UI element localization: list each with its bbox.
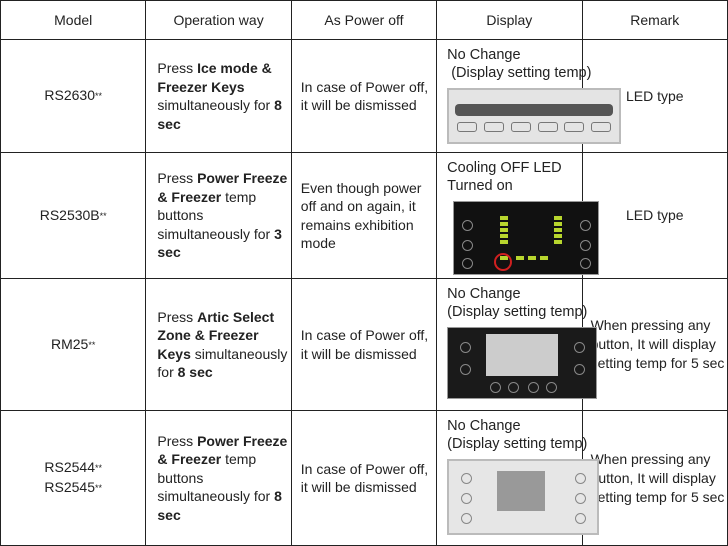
panel-button [564,122,585,132]
dark-lcd-panel [447,326,598,399]
display-cell: No Change (Display setting temp) [436,277,598,412]
panel-button [462,220,474,232]
led-indicator [554,228,563,233]
led-indicator [554,216,563,221]
led-indicator [500,216,509,221]
panel-button [490,381,502,393]
table-row: RS2530B** Press Power Freeze & Freezer te… [0,152,728,279]
model-cell: RM25** [0,277,147,412]
panel-button [575,513,587,525]
header-display: Display [436,0,583,40]
model-cell: RS2544** RS2545** [0,410,147,546]
operation-cell: Press Power Freeze & Freezer temp button… [145,410,292,546]
display-text-1: Cooling OFF LED [447,160,562,177]
panel-button [462,240,474,252]
panel-button [461,473,473,485]
panel-button [580,240,592,252]
light-led-panel [447,88,622,144]
operation-cell: Press Power Freeze & Freezer temp button… [145,152,292,279]
display-text-2: (Display setting temp) [447,65,592,81]
display-text-1: No Change [447,418,521,435]
model-name: RM25** [51,335,96,352]
display-text-1: No Change [447,47,521,63]
panel-button [508,381,520,393]
model-cell: RS2630** [0,38,147,154]
remark-cell: LED type [581,152,728,279]
model-name: RS2630** [44,87,102,104]
display-cell: No Change (Display setting temp) [436,38,622,154]
display-bar [455,104,614,116]
header-row: Model Operation way As Power off Display… [0,0,728,40]
panel-button [537,122,558,132]
power-off-cell: In case of Power off, it will be dismiss… [290,277,438,412]
display-cell: No Change (Display setting temp) [436,410,600,546]
highlight-circle [494,253,513,272]
display-text-2: (Display setting temp) [447,303,588,320]
header-remark: Remark [581,0,728,40]
lcd-screen [497,471,546,512]
table-row: RS2544** RS2545** Press Power Freeze & Fre… [0,410,728,546]
panel-button [575,493,587,505]
model-name: RS2545** [44,479,102,496]
table-row: RM25** Press Artic Select Zone & Freezer … [0,277,728,412]
dark-led-panel [453,201,600,276]
display-cell: Cooling OFF LED Turned on [436,152,600,279]
led-indicator [528,256,537,261]
led-indicator [500,228,509,233]
led-indicator [554,240,563,245]
panel-button [461,493,473,505]
panel-button [460,341,472,353]
operation-cell: Press Artic Select Zone & Freezer Keys s… [145,277,292,412]
panel-button [546,381,558,393]
panel-button [574,363,586,375]
header-power-off: As Power off [290,0,438,40]
display-text-2: (Display setting temp) [447,436,588,453]
remark-cell: When pressing any button, It will displa… [581,410,728,546]
panel-button [574,341,586,353]
light-lcd-panel [447,459,600,536]
exhibition-mode-table: Model Operation way As Power off Display… [0,0,728,546]
power-off-cell: In case of Power off, it will be dismiss… [290,38,438,154]
model-cell: RS2530B** [0,152,147,279]
panel-button [591,122,612,132]
panel-button [580,258,592,270]
operation-cell: Press Ice mode & Freezer Keys simultaneo… [145,38,292,154]
table-row: RS2630** Press Ice mode & Freezer Keys si… [0,38,728,154]
panel-button [457,122,478,132]
panel-button [575,473,587,485]
lcd-screen [486,333,559,376]
remark-cell: When pressing any button, It will displa… [581,277,728,412]
panel-button [462,258,474,270]
led-indicator [516,256,525,261]
led-indicator [554,222,563,227]
header-operation: Operation way [145,0,292,40]
power-off-cell: Even though power off and on again, it r… [290,152,438,279]
panel-button [580,220,592,232]
led-indicator [554,234,563,239]
panel-button [483,122,504,132]
header-model: Model [0,0,147,40]
model-name: RS2530B** [39,206,107,223]
panel-button [461,513,473,525]
led-indicator [500,240,509,245]
led-indicator [500,234,509,239]
panel-button [460,363,472,375]
led-indicator [540,256,549,261]
power-off-cell: In case of Power off, it will be dismiss… [290,410,438,546]
led-indicator [500,222,509,227]
display-text-1: No Change [447,285,521,302]
model-name: RS2544** [44,459,102,476]
display-text-2: Turned on [447,178,513,195]
panel-button [528,381,540,393]
panel-button [510,122,531,132]
